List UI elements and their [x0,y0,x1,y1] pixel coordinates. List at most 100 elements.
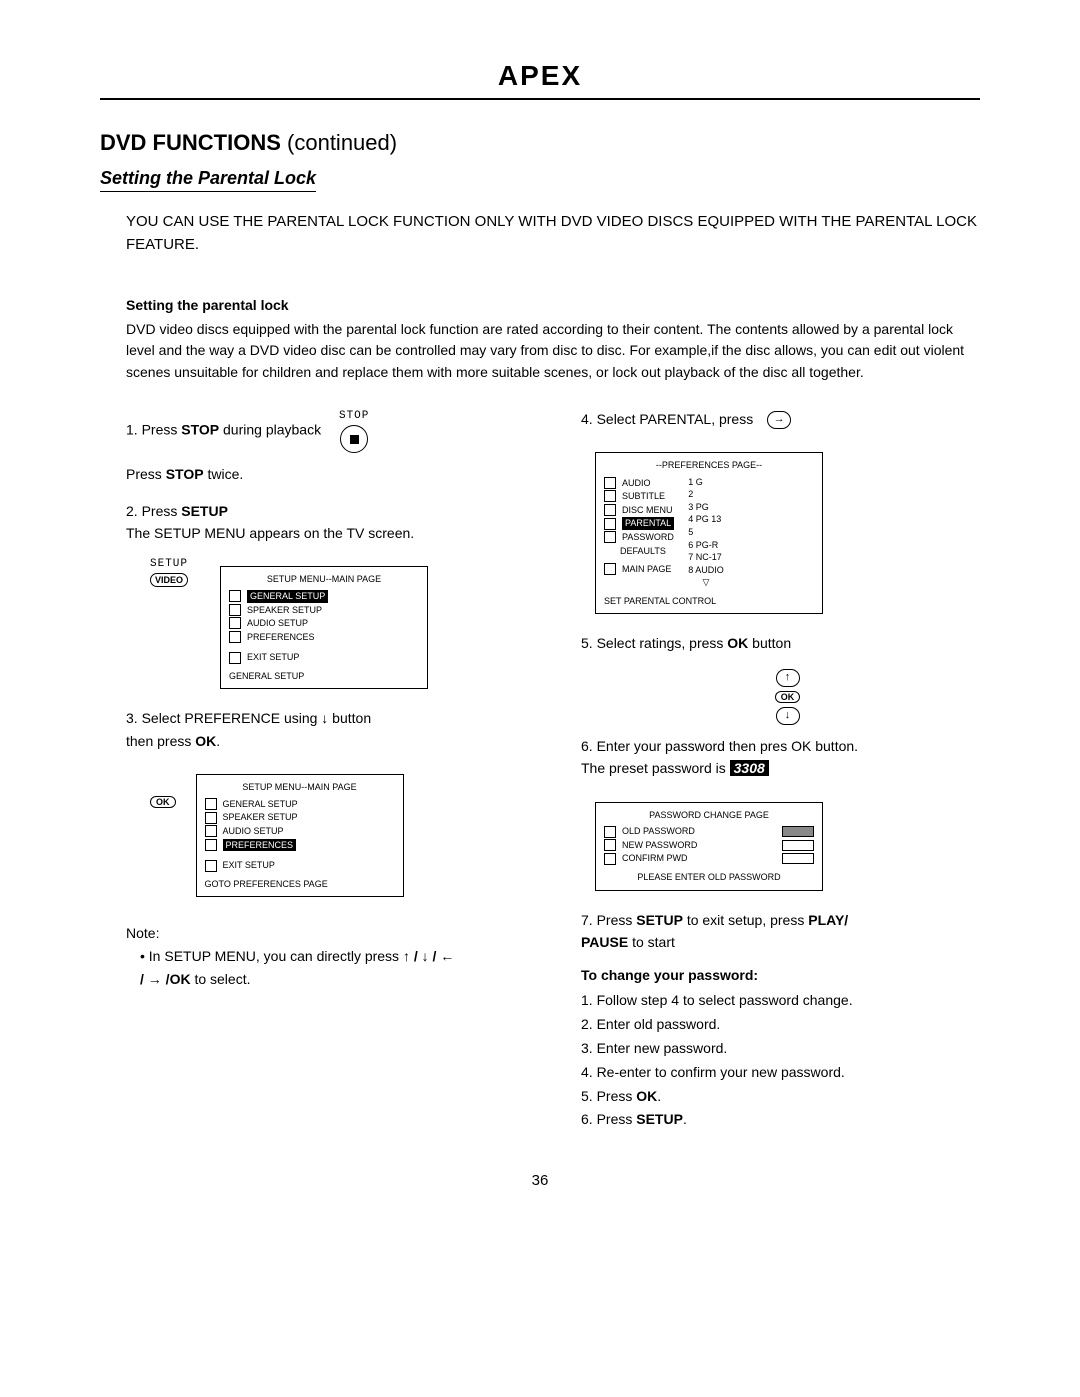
stop-button-icon: STOP [339,408,369,454]
right-column: 4. Select PARENTAL, press → --PREFERENCE… [555,408,980,1133]
pw-step: 3. Enter new password. [581,1037,980,1061]
rating-item: 6 PG-R [688,539,724,552]
osd-item: EXIT SETUP [223,859,275,872]
step-2: 2. Press SETUP The SETUP MENU appears on… [126,500,525,545]
osd-title: SETUP MENU--MAIN PAGE [205,781,395,794]
ok-button-icon: OK [775,691,801,703]
text: during playback [219,421,321,437]
brand-logo: APEX [100,60,980,92]
password-change-steps: 1. Follow step 4 to select password chan… [581,989,980,1132]
rating-item: 8 AUDIO [688,564,724,577]
menu-icon [229,652,241,664]
text: 5. Press [581,1088,636,1104]
pause-word: PAUSE [581,934,628,950]
menu-icon [205,798,217,810]
down-triangle-icon: ▽ [688,576,724,589]
text: 6. Press [581,1111,636,1127]
up-arrow-button-icon: ↑ [776,669,800,687]
text: . [683,1111,687,1127]
password-box [782,853,814,864]
text: button [748,635,791,651]
left-column: 1. Press STOP during playback STOP Press… [100,408,525,1133]
menu-icon [205,812,217,824]
setup-word: SETUP [636,912,683,928]
osd-item-highlight: PREFERENCES [223,839,297,852]
ok-button-icon: OK [150,796,176,808]
text: Press [126,466,166,482]
pw-step: 6. Press SETUP. [581,1108,980,1132]
osd-title: PASSWORD CHANGE PAGE [604,809,814,822]
osd-item: OLD PASSWORD [622,825,695,838]
osd-footer: PLEASE ENTER OLD PASSWORD [604,871,814,884]
menu-icon [229,631,241,643]
text: 4. Select PARENTAL, press [581,411,753,427]
text: to start [628,934,675,950]
right-arrow-button-icon: → [767,411,791,429]
menu-icon [229,604,241,616]
step-5: 5. Select ratings, press OK button [581,632,980,654]
nav-buttons-icon: ↑ OK ↓ [595,669,980,725]
intro-text: YOU CAN USE THE PARENTAL LOCK FUNCTION O… [126,210,980,257]
text: . [657,1088,661,1104]
osd-item: PASSWORD [622,531,674,544]
osd-setup-menu-1: SETUP MENU--MAIN PAGE GENERAL SETUP SPEA… [220,566,428,689]
page-number: 36 [100,1172,980,1189]
ok-word: OK [636,1088,657,1104]
text: 7. Press [581,912,636,928]
password-change-heading: To change your password: [581,967,980,983]
menu-icon [229,590,241,602]
setup-icon-label: SETUP [150,558,188,570]
section-heading: DVD FUNCTIONS (continued) [100,130,980,156]
osd-preferences-page: --PREFERENCES PAGE-- AUDIO SUBTITLE DISC… [595,452,823,615]
osd-item: SPEAKER SETUP [247,604,322,617]
text: 6. Enter your password then pres OK butt… [581,738,858,754]
osd-title: SETUP MENU--MAIN PAGE [229,573,419,586]
stop-word: STOP [181,421,219,437]
text: 5. Select ratings, press [581,635,727,651]
video-oval-icon: VIDEO [150,573,188,587]
heading-main: DVD FUNCTIONS [100,130,281,155]
text: The SETUP MENU appears on the TV screen. [126,525,414,541]
osd-item-highlight: GENERAL SETUP [247,590,328,603]
stop-square-icon [350,435,359,444]
osd-footer: GENERAL SETUP [229,670,419,683]
menu-icon [205,839,217,851]
osd-item: EXIT SETUP [247,651,299,664]
menu-icon [604,563,616,575]
osd-item: NEW PASSWORD [622,839,697,852]
osd-item: AUDIO [622,477,651,490]
paragraph-body: DVD video discs equipped with the parent… [126,319,980,384]
text: 3. Select PREFERENCE using [126,710,321,726]
paragraph-heading: Setting the parental lock [126,297,980,313]
step-3: 3. Select PREFERENCE using ↓ button then… [126,707,525,752]
setup-word: SETUP [181,503,228,519]
text: 1. Press [126,421,181,437]
osd-title: --PREFERENCES PAGE-- [604,459,814,472]
text: twice. [204,466,244,482]
osd-item: CONFIRM PWD [622,852,688,865]
pw-step: 4. Re-enter to confirm your new password… [581,1061,980,1085]
menu-icon [604,518,616,530]
rating-item: 7 NC-17 [688,551,724,564]
osd-footer: GOTO PREFERENCES PAGE [205,878,395,891]
setup-button-icon: SETUP VIDEO [150,558,188,587]
osd-item: AUDIO SETUP [247,617,308,630]
osd-setup-menu-2: SETUP MENU--MAIN PAGE GENERAL SETUP SPEA… [196,774,404,897]
osd-item: DISC MENU [622,504,673,517]
preset-password: 3308 [730,760,769,776]
text: then press [126,733,195,749]
menu-icon [604,853,616,865]
rating-item: 2 [688,488,724,501]
osd-item: PREFERENCES [247,631,315,644]
osd-item-highlight: PARENTAL [622,517,674,530]
menu-icon [604,531,616,543]
setup-word: SETUP [636,1111,683,1127]
rating-item: 5 [688,526,724,539]
menu-icon [205,860,217,872]
text: The preset password is [581,760,730,776]
note-label: Note: [126,925,525,941]
rating-item: 4 PG 13 [688,513,724,526]
play-word: PLAY/ [808,912,848,928]
arrow-keys-icon: ↑ / ↓ / ← [403,948,454,964]
text: 2. Press [126,503,181,519]
